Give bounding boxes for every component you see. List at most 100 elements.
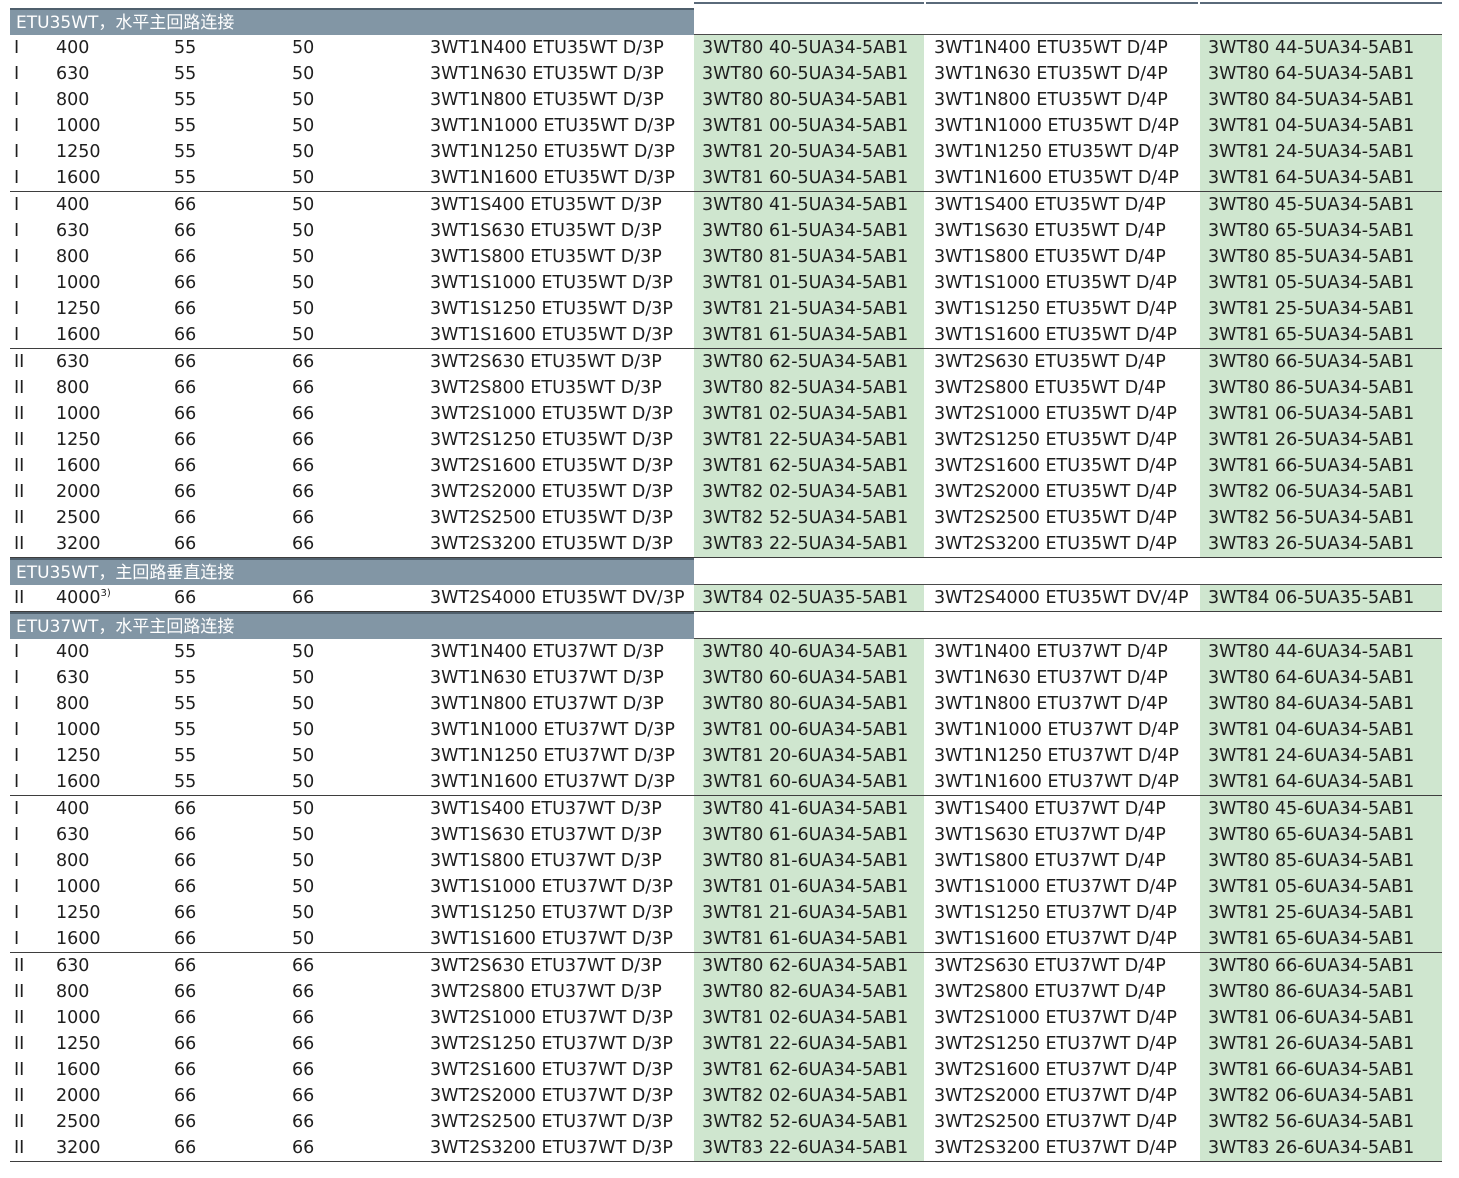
type-3p-cell: 3WT1S400 ETU35WT D/3P — [430, 195, 662, 215]
icw-cell: 66 — [292, 404, 315, 424]
top-rule-4p-order — [1200, 2, 1442, 4]
type-3p-cell: 3WT2S2000 ETU35WT D/3P — [430, 482, 673, 502]
icu-cell: 66 — [174, 378, 197, 398]
frame-size-cell: I — [14, 772, 20, 792]
type-3p-cell: 3WT2S1000 ETU37WT D/3P — [430, 1008, 673, 1028]
type-4p-cell: 3WT1N1000 ETU35WT D/4P — [934, 116, 1179, 136]
rated-current-cell: 1250 — [56, 746, 101, 766]
order-no-4p-cell: 3WT82 56-5UA34-5AB1 — [1200, 505, 1442, 531]
frame-size-cell: I — [14, 325, 20, 345]
section-header-filler — [694, 8, 1442, 35]
row-group: I 400 66 50 3WT1S400 ETU35WT D/3P 3WT80 41-5U… — [10, 192, 1442, 349]
type-4p-cell: 3WT1S400 ETU35WT D/4P — [934, 195, 1166, 215]
type-3p-cell: 3WT1S800 ETU35WT D/3P — [430, 247, 662, 267]
table-body: ETU35WT，水平主回路连接 I 400 55 50 3WT1N400 ETU35WT … — [10, 8, 1442, 1162]
type-4p-cell: 3WT1S800 ETU37WT D/4P — [934, 851, 1166, 871]
row-group: I 400 55 50 3WT1N400 ETU37WT D/3P 3WT80 40-6U… — [10, 639, 1442, 796]
frame-size-cell: I — [14, 221, 20, 241]
order-no-3p-cell: 3WT80 62-5UA34-5AB1 — [694, 349, 924, 375]
frame-size-cell: I — [14, 642, 20, 662]
type-4p-cell: 3WT1S1600 ETU35WT D/4P — [934, 325, 1177, 345]
section-header: ETU35WT，主回路垂直连接 — [10, 558, 1442, 585]
type-4p-cell: 3WT2S4000 ETU35WT DV/4P — [934, 588, 1189, 608]
icw-cell: 50 — [292, 168, 315, 188]
table-row: I 800 55 50 3WT1N800 ETU37WT D/3P 3WT80 80-6U… — [10, 691, 1442, 717]
table-row: I 400 66 50 3WT1S400 ETU35WT D/3P 3WT80 41-5U… — [10, 192, 1442, 218]
type-3p-cell: 3WT1S400 ETU37WT D/3P — [430, 799, 662, 819]
icw-cell: 66 — [292, 456, 315, 476]
type-4p-cell: 3WT2S1250 ETU35WT D/4P — [934, 430, 1177, 450]
icu-cell: 55 — [174, 142, 197, 162]
type-4p-cell: 3WT2S1250 ETU37WT D/4P — [934, 1034, 1177, 1054]
icu-cell: 66 — [174, 1034, 197, 1054]
frame-size-cell: I — [14, 116, 20, 136]
type-4p-cell: 3WT2S3200 ETU35WT D/4P — [934, 534, 1177, 554]
rated-current-cell: 1000 — [56, 116, 101, 136]
type-3p-cell: 3WT1N1250 ETU37WT D/3P — [430, 746, 675, 766]
order-no-4p-cell: 3WT80 44-6UA34-5AB1 — [1200, 639, 1442, 665]
rated-current-cell: 1600 — [56, 325, 101, 345]
footnote-marker: 3) — [100, 588, 111, 599]
icw-cell: 66 — [292, 430, 315, 450]
type-4p-cell: 3WT1S630 ETU35WT D/4P — [934, 221, 1166, 241]
frame-size-cell: II — [14, 982, 25, 1002]
type-3p-cell: 3WT1S1600 ETU37WT D/3P — [430, 929, 673, 949]
rated-current-cell: 800 — [56, 247, 90, 267]
order-no-3p-cell: 3WT80 81-6UA34-5AB1 — [694, 848, 924, 874]
order-no-3p-cell: 3WT81 60-5UA34-5AB1 — [694, 165, 924, 191]
order-no-3p-cell: 3WT81 61-6UA34-5AB1 — [694, 926, 924, 952]
frame-size-cell: I — [14, 929, 20, 949]
type-3p-cell: 3WT2S630 ETU35WT D/3P — [430, 352, 662, 372]
icw-cell: 50 — [292, 668, 315, 688]
rated-current-cell: 2500 — [56, 508, 101, 528]
icu-cell: 55 — [174, 668, 197, 688]
table-row: II 3200 66 66 3WT2S3200 ETU37WT D/3P 3WT83 22… — [10, 1135, 1442, 1161]
icw-cell: 50 — [292, 64, 315, 84]
type-3p-cell: 3WT2S630 ETU37WT D/3P — [430, 956, 662, 976]
type-4p-cell: 3WT2S630 ETU35WT D/4P — [934, 352, 1166, 372]
icu-cell: 66 — [174, 1112, 197, 1132]
table-row: I 630 55 50 3WT1N630 ETU37WT D/3P 3WT80 60-6U… — [10, 665, 1442, 691]
rated-current-cell: 400 — [56, 799, 90, 819]
type-4p-cell: 3WT1N630 ETU35WT D/4P — [934, 64, 1168, 84]
order-no-3p-cell: 3WT83 22-5UA34-5AB1 — [694, 531, 924, 557]
order-no-3p-cell: 3WT81 01-5UA34-5AB1 — [694, 270, 924, 296]
type-3p-cell: 3WT2S800 ETU37WT D/3P — [430, 982, 662, 1002]
icw-cell: 66 — [292, 1008, 315, 1028]
order-no-3p-cell: 3WT81 21-6UA34-5AB1 — [694, 900, 924, 926]
icw-cell: 66 — [292, 508, 315, 528]
frame-size-cell: II — [14, 588, 25, 608]
type-4p-cell: 3WT1S1250 ETU37WT D/4P — [934, 903, 1177, 923]
rated-current-cell: 1250 — [56, 1034, 101, 1054]
icw-cell: 66 — [292, 1086, 315, 1106]
type-4p-cell: 3WT1S800 ETU35WT D/4P — [934, 247, 1166, 267]
table-row: I 630 55 50 3WT1N630 ETU35WT D/3P 3WT80 60-5U… — [10, 61, 1442, 87]
icw-cell: 50 — [292, 799, 315, 819]
icw-cell: 50 — [292, 299, 315, 319]
rated-current-cell: 3200 — [56, 1138, 101, 1158]
order-no-3p-cell: 3WT83 22-6UA34-5AB1 — [694, 1135, 924, 1161]
frame-size-cell: I — [14, 168, 20, 188]
icw-cell: 50 — [292, 325, 315, 345]
frame-size-cell: I — [14, 195, 20, 215]
order-no-4p-cell: 3WT84 06-5UA35-5AB1 — [1200, 585, 1442, 611]
icu-cell: 66 — [174, 247, 197, 267]
type-3p-cell: 3WT1S1250 ETU37WT D/3P — [430, 903, 673, 923]
rated-current-cell: 630 — [56, 956, 90, 976]
order-no-4p-cell: 3WT81 66-6UA34-5AB1 — [1200, 1057, 1442, 1083]
table-row: I 1250 55 50 3WT1N1250 ETU35WT D/3P 3WT81 20-… — [10, 139, 1442, 165]
icw-cell: 66 — [292, 352, 315, 372]
frame-size-cell: I — [14, 273, 20, 293]
order-no-3p-cell: 3WT80 60-5UA34-5AB1 — [694, 61, 924, 87]
frame-size-cell: I — [14, 746, 20, 766]
order-no-3p-cell: 3WT81 02-6UA34-5AB1 — [694, 1005, 924, 1031]
icw-cell: 66 — [292, 1138, 315, 1158]
type-3p-cell: 3WT2S4000 ETU35WT DV/3P — [430, 588, 685, 608]
order-no-4p-cell: 3WT81 24-6UA34-5AB1 — [1200, 743, 1442, 769]
type-4p-cell: 3WT2S1000 ETU37WT D/4P — [934, 1008, 1177, 1028]
frame-size-cell: II — [14, 1008, 25, 1028]
frame-size-cell: II — [14, 456, 25, 476]
type-4p-cell: 3WT1S1600 ETU37WT D/4P — [934, 929, 1177, 949]
frame-size-cell: II — [14, 378, 25, 398]
icu-cell: 66 — [174, 982, 197, 1002]
